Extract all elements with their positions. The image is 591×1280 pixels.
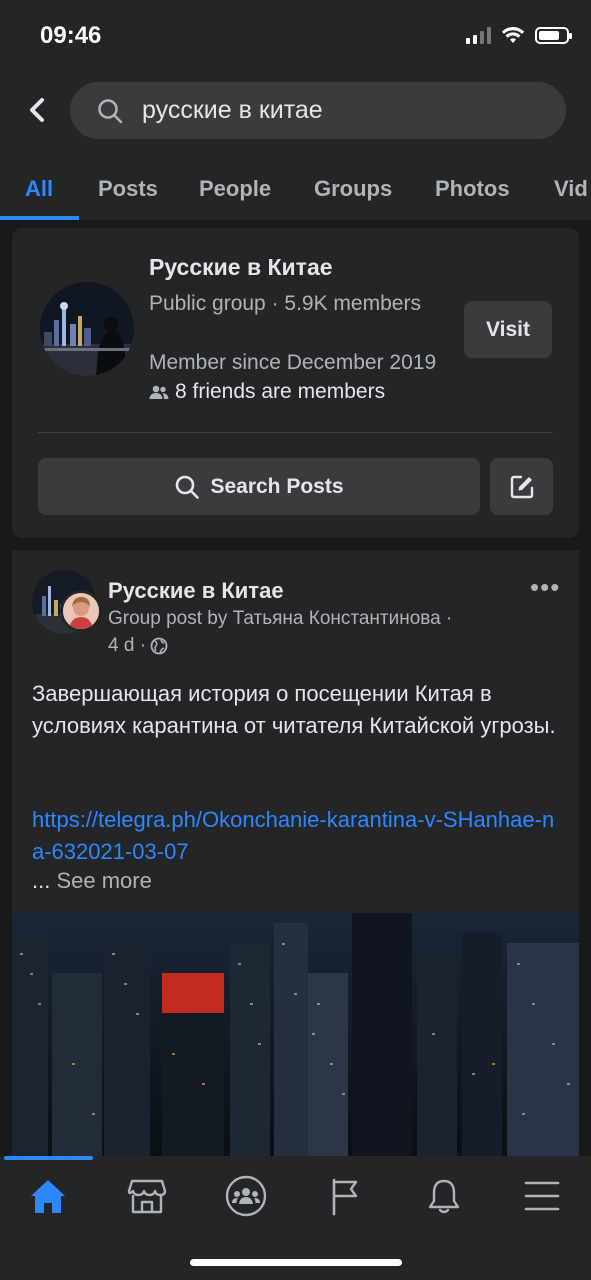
search-filter-tabs: All Posts People Groups Photos Vid <box>0 154 591 220</box>
friends-members: 8 friends are members <box>149 380 385 404</box>
tab-videos[interactable]: Vid <box>554 176 588 202</box>
nav-notifications[interactable] <box>420 1172 468 1220</box>
home-indicator[interactable] <box>190 1259 402 1266</box>
groups-icon <box>225 1175 267 1217</box>
nav-menu[interactable] <box>518 1172 566 1220</box>
menu-icon <box>524 1181 560 1211</box>
pages-flag-icon <box>332 1178 358 1216</box>
marketplace-icon <box>127 1179 167 1214</box>
group-name[interactable]: Русские в Китае <box>149 254 333 281</box>
tab-groups[interactable]: Groups <box>314 176 392 202</box>
more-options-icon[interactable]: ••• <box>530 572 560 603</box>
compose-post-button[interactable] <box>490 458 553 515</box>
globe-icon <box>150 637 168 655</box>
author-avatar[interactable] <box>60 590 102 632</box>
group-result-card[interactable]: Русские в Китае Public group · 5.9K memb… <box>12 228 579 538</box>
status-time: 09:46 <box>40 22 102 49</box>
post-link[interactable]: https://telegra.ph/Okonchanie-karantina-… <box>32 804 562 868</box>
active-nav-indicator <box>4 1156 93 1160</box>
friends-icon <box>149 385 169 399</box>
wifi-icon <box>501 27 525 43</box>
group-meta: Public group · 5.9K members <box>149 292 421 315</box>
tab-all[interactable]: All <box>25 176 53 202</box>
member-since: Member since December 2019 <box>149 351 437 374</box>
ellipsis: ... <box>32 868 51 893</box>
cellular-signal-icon <box>466 26 491 44</box>
tab-people[interactable]: People <box>199 176 271 202</box>
battery-icon <box>535 26 572 44</box>
post-time-label: 4 d · <box>108 635 147 656</box>
edit-icon <box>510 475 533 498</box>
search-header: русские в китае <box>0 72 591 154</box>
group-post: Русские в Китае Group post by Татьяна Ко… <box>12 550 579 1160</box>
nav-groups[interactable] <box>222 1172 270 1220</box>
status-icons <box>466 26 572 44</box>
back-icon[interactable] <box>22 90 56 130</box>
search-input[interactable]: русские в китае <box>70 82 566 139</box>
status-bar: 09:46 <box>0 0 591 72</box>
search-posts-label: Search Posts <box>210 474 344 498</box>
search-icon <box>176 475 200 499</box>
post-group-name[interactable]: Русские в Китае <box>108 578 284 604</box>
post-timestamp: 4 d · <box>108 635 168 657</box>
see-more-row: ... See more <box>32 868 152 894</box>
group-avatar[interactable] <box>40 282 134 376</box>
nav-pages[interactable] <box>321 1172 369 1220</box>
see-more-link[interactable]: See more <box>56 868 151 893</box>
friends-members-label: 8 friends are members <box>175 380 386 403</box>
nav-home[interactable] <box>24 1172 72 1220</box>
post-text: Завершающая история о посещении Китая в … <box>32 681 556 738</box>
notifications-icon <box>428 1179 460 1214</box>
tab-posts[interactable]: Posts <box>98 176 158 202</box>
search-posts-button[interactable]: Search Posts <box>38 458 480 515</box>
post-byline: Group post by Татьяна Константинова · <box>108 608 453 629</box>
active-tab-indicator <box>0 216 79 220</box>
post-image[interactable] <box>12 913 579 1160</box>
search-query: русские в китае <box>142 96 323 124</box>
visit-button[interactable]: Visit <box>464 301 552 358</box>
tab-photos[interactable]: Photos <box>435 176 510 202</box>
divider <box>38 432 553 433</box>
nav-marketplace[interactable] <box>123 1172 171 1220</box>
home-icon <box>31 1180 65 1213</box>
search-icon <box>98 98 123 123</box>
